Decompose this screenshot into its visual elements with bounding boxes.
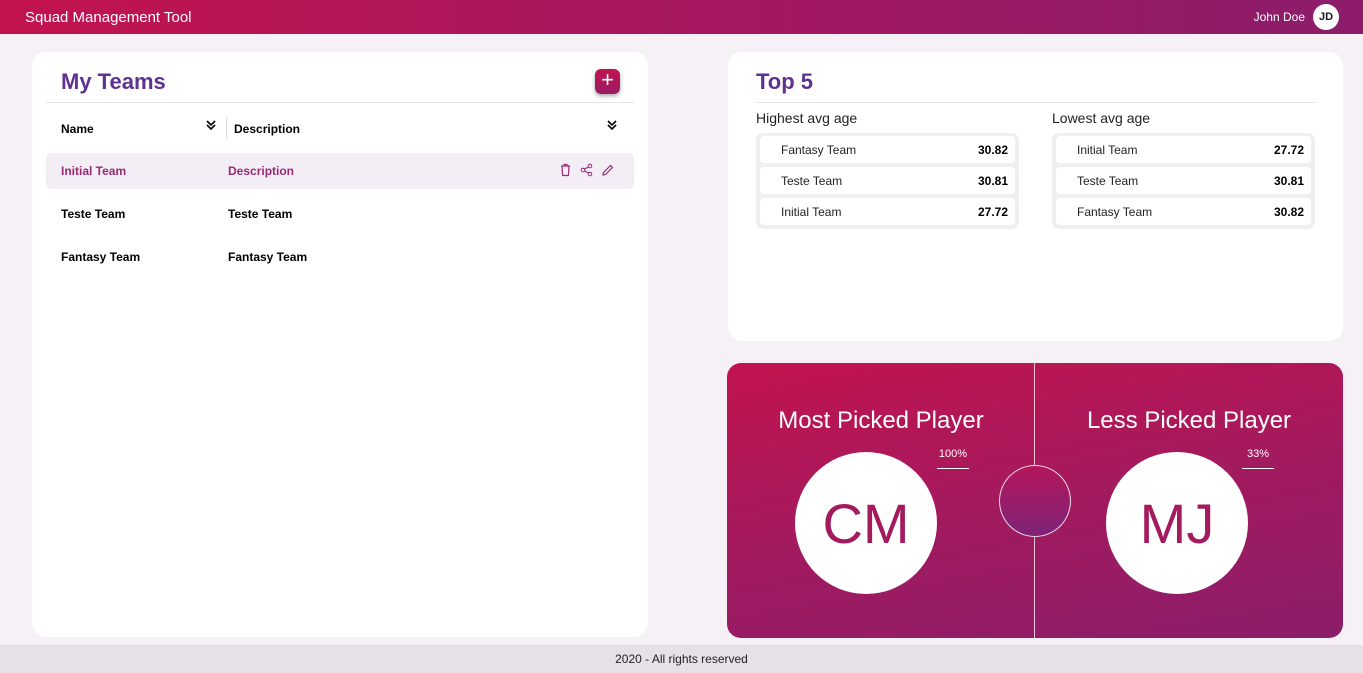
less-picked-title: Less Picked Player [1086, 407, 1292, 434]
footer: 2020 - All rights reserved [0, 645, 1363, 673]
row-actions [559, 163, 614, 177]
my-teams-title: My Teams [61, 69, 166, 94]
avg-age-value: 30.81 [1273, 174, 1304, 188]
divider [46, 102, 634, 103]
sort-icon[interactable] [606, 119, 618, 133]
add-team-button[interactable]: + [595, 69, 620, 94]
plus-icon: + [601, 67, 614, 92]
avg-age-value: 30.82 [1273, 205, 1304, 219]
highest-avg-age-list: Fantasy Team 30.82 Teste Team 30.81 Initia… [756, 133, 1019, 229]
team-name: Teste Team [61, 207, 126, 221]
team-name: Fantasy Team [1077, 205, 1153, 219]
team-name: Initial Team [1077, 143, 1138, 157]
avatar[interactable]: JD [1313, 4, 1339, 30]
percent-underline [1242, 468, 1274, 469]
top5-title: Top 5 [756, 69, 814, 94]
table-row[interactable]: Initial Team Description [46, 153, 634, 189]
app-title: Squad Management Tool [25, 8, 192, 26]
team-name: Teste Team [1077, 174, 1139, 188]
team-name: Teste Team [781, 174, 843, 188]
divider [756, 102, 1315, 103]
table-row[interactable]: Fantasy Team Fantasy Team [46, 239, 634, 275]
user-name: John Doe [1253, 10, 1305, 24]
percent-underline [937, 468, 969, 469]
highest-avg-age-label: Highest avg age [756, 110, 858, 126]
column-header-description[interactable]: Description [234, 122, 300, 136]
list-item[interactable]: Teste Team 30.81 [760, 167, 1015, 194]
my-teams-card: My Teams + Name Description Initial Team… [32, 52, 648, 637]
list-item[interactable]: Fantasy Team 30.82 [1056, 198, 1311, 225]
edit-icon[interactable] [601, 163, 614, 177]
team-name: Initial Team [61, 164, 127, 178]
player-initials: MJ [1111, 457, 1243, 589]
list-item[interactable]: Teste Team 30.81 [1056, 167, 1311, 194]
column-separator [226, 117, 227, 139]
top5-card: Top 5 Highest avg age Fantasy Team 30.82 … [728, 52, 1343, 341]
user-menu[interactable]: John Doe JD [1254, 4, 1339, 30]
less-picked-percent: 33% [1246, 448, 1270, 460]
avg-age-value: 27.72 [977, 205, 1008, 219]
avg-age-value: 30.81 [977, 174, 1008, 188]
team-name: Fantasy Team [61, 250, 141, 264]
team-description: Teste Team [228, 207, 293, 221]
column-header-name[interactable]: Name [61, 122, 94, 136]
team-description: Fantasy Team [228, 250, 308, 264]
top-bar: Squad Management Tool John Doe JD [0, 0, 1363, 34]
team-name: Initial Team [781, 205, 842, 219]
share-icon[interactable] [580, 163, 593, 177]
list-item[interactable]: Fantasy Team 30.82 [760, 136, 1015, 163]
sort-icon[interactable] [205, 119, 217, 133]
field-center-circle [999, 465, 1071, 537]
trash-icon[interactable] [559, 163, 572, 177]
less-picked-player[interactable]: MJ [1106, 452, 1248, 594]
most-picked-title: Most Picked Player [778, 407, 984, 434]
team-name: Fantasy Team [781, 143, 857, 157]
table-row[interactable]: Teste Team Teste Team [46, 196, 634, 232]
picked-players-field: Most Picked Player CM 100% Less Picked P… [727, 363, 1343, 638]
list-item[interactable]: Initial Team 27.72 [1056, 136, 1311, 163]
lowest-avg-age-label: Lowest avg age [1052, 110, 1151, 126]
avg-age-value: 27.72 [1273, 143, 1304, 157]
team-description: Description [228, 164, 295, 178]
lowest-avg-age-list: Initial Team 27.72 Teste Team 30.81 Fantas… [1052, 133, 1315, 229]
most-picked-player[interactable]: CM [795, 452, 937, 594]
player-initials: CM [800, 457, 932, 589]
avg-age-value: 30.82 [977, 143, 1008, 157]
list-item[interactable]: Initial Team 27.72 [760, 198, 1015, 225]
most-picked-percent: 100% [938, 448, 968, 460]
